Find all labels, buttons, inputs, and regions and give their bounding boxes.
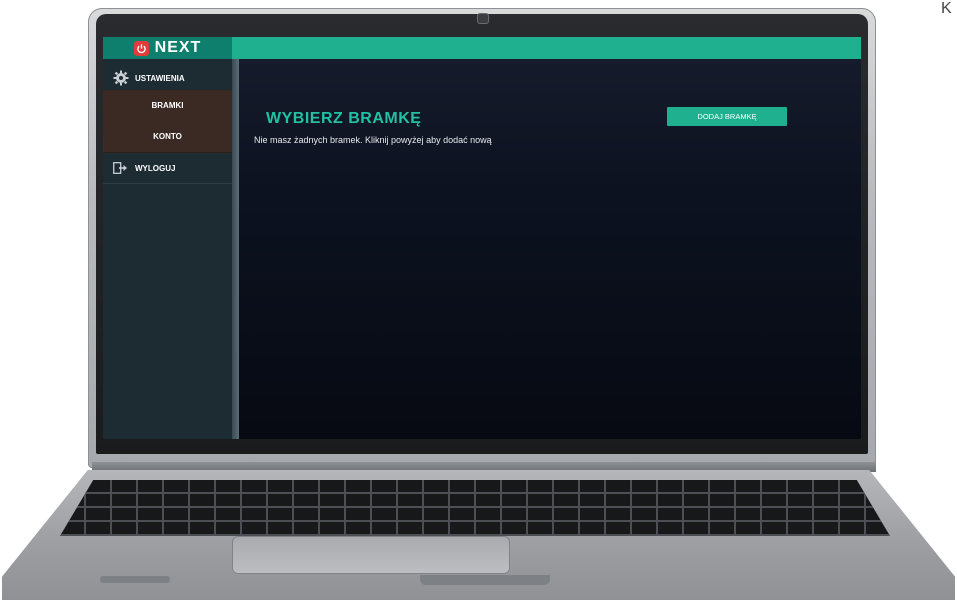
main-content: WYBIERZ BRAMKĘ Nie masz żadnych bramek. … xyxy=(239,59,861,439)
sidebar-scroll-edge xyxy=(232,59,239,439)
sidebar: USTAWIENIA BRAMKI KONTO WYLOGUJ xyxy=(103,59,232,439)
cropped-edge-text: K xyxy=(941,0,952,17)
sidebar-item-label: WYLOGUJ xyxy=(135,164,176,173)
logout-icon xyxy=(113,161,129,176)
webcam xyxy=(478,14,488,23)
sidebar-item-konto[interactable]: KONTO xyxy=(103,121,232,153)
sidebar-item-logout[interactable]: WYLOGUJ xyxy=(103,154,232,184)
gear-icon xyxy=(113,70,129,88)
card-slot xyxy=(100,576,170,583)
front-notch xyxy=(420,575,550,585)
touchpad xyxy=(232,536,510,574)
add-gateway-button[interactable]: DODAJ BRAMKĘ xyxy=(667,107,787,126)
sidebar-item-bramki[interactable]: BRAMKI xyxy=(103,90,232,122)
empty-state-message: Nie masz żadnych bramek. Kliknij powyżej… xyxy=(254,135,492,145)
sidebar-item-label: BRAMKI xyxy=(151,101,184,110)
keyboard xyxy=(60,480,890,536)
sidebar-item-label: USTAWIENIA xyxy=(135,74,185,83)
app-logo[interactable]: NEXT xyxy=(103,37,232,59)
power-icon xyxy=(133,40,149,56)
app-screen: NEXT USTAWIENIA BRAMKI KONTO WYLOGUJ WYB… xyxy=(103,37,861,439)
page-title: WYBIERZ BRAMKĘ xyxy=(266,110,422,127)
logo-text: NEXT xyxy=(154,39,202,56)
sidebar-item-label: KONTO xyxy=(153,132,182,141)
